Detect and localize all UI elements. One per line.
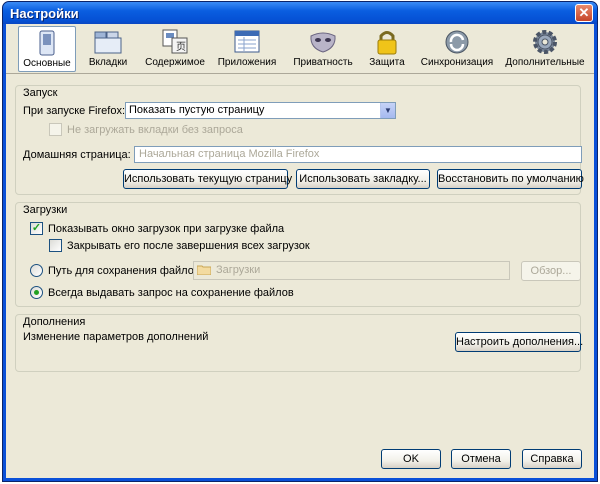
lock-icon	[377, 31, 397, 55]
group-title: Дополнения	[23, 316, 86, 328]
preferences-toolbar: Основные Вкладки 页 Содержимое Приложения…	[6, 24, 594, 74]
tab-advanced[interactable]: Дополнительные	[502, 26, 588, 72]
tab-label: Приложения	[217, 57, 277, 68]
tab-tabs[interactable]: Вкладки	[82, 26, 134, 72]
tab-applications[interactable]: Приложения	[214, 26, 280, 72]
content-icon: 页	[162, 29, 188, 54]
group-title: Запуск	[23, 87, 58, 99]
no-load-tabs-label: Не загружать вкладки без запроса	[67, 124, 243, 136]
general-pane: Запуск При запуске Firefox: Показать пус…	[15, 85, 584, 478]
ok-button[interactable]: OK	[381, 449, 441, 469]
downloads-group: Загрузки ✓ Показывать окно загрузок при …	[15, 202, 581, 307]
help-button[interactable]: Справка	[522, 449, 582, 469]
show-downloads-checkbox[interactable]: ✓	[30, 222, 43, 235]
close-when-done-checkbox[interactable]	[49, 239, 62, 252]
folder-icon	[197, 265, 211, 275]
show-downloads-label: Показывать окно загрузок при загрузке фа…	[48, 223, 285, 235]
homepage-placeholder: Начальная страница Mozilla Firefox	[139, 148, 320, 160]
save-path-label: Путь для сохранения файлов	[48, 265, 200, 277]
addons-group: Дополнения Изменение параметров дополнен…	[15, 314, 583, 372]
manage-addons-button[interactable]: Настроить дополнения...	[455, 332, 583, 352]
mask-icon	[310, 32, 336, 53]
title-bar: Настройки ✕	[3, 2, 597, 24]
window-title: Настройки	[10, 6, 79, 21]
tab-content[interactable]: 页 Содержимое	[142, 26, 208, 72]
use-bookmark-button[interactable]: Использовать закладку...	[296, 169, 430, 189]
tab-label: Содержимое	[145, 57, 205, 68]
settings-window: Настройки ✕ Основные Вкладки 页 Содержимо…	[2, 1, 598, 482]
always-ask-label: Всегда выдавать запрос на сохранение фай…	[48, 287, 294, 299]
tab-label: Основные	[23, 58, 71, 69]
save-path-value: Загрузки	[216, 264, 261, 276]
sync-icon	[445, 30, 469, 54]
svg-text:页: 页	[176, 41, 186, 53]
applications-icon	[234, 30, 260, 53]
tab-sync[interactable]: Синхронизация	[418, 26, 496, 72]
save-path-field[interactable]: Загрузки	[193, 261, 510, 280]
chevron-down-icon: ▼	[380, 103, 395, 118]
tab-general[interactable]: Основные	[18, 26, 76, 72]
radio-selected-dot	[34, 290, 39, 295]
gear-icon	[533, 30, 557, 54]
close-button[interactable]: ✕	[575, 4, 593, 22]
dialog-client-area: Основные Вкладки 页 Содержимое Приложения…	[6, 24, 594, 478]
save-path-radio[interactable]	[30, 264, 43, 277]
homepage-label: Домашняя страница:	[23, 149, 131, 161]
tab-label: Синхронизация	[420, 57, 494, 68]
no-load-tabs-checkbox[interactable]	[49, 123, 62, 136]
restore-default-button[interactable]: Восстановить по умолчанию	[437, 169, 584, 189]
on-start-label: При запуске Firefox:	[23, 105, 126, 117]
tabs-icon	[94, 31, 122, 54]
tab-privacy[interactable]: Приватность	[290, 26, 356, 72]
tab-label: Защита	[369, 57, 405, 68]
startup-group: Запуск При запуске Firefox: Показать пус…	[15, 85, 584, 195]
switch-icon	[39, 30, 55, 56]
tab-label: Дополнительные	[505, 57, 585, 68]
tab-label: Вкладки	[88, 57, 128, 68]
tab-label: Приватность	[293, 57, 353, 68]
cancel-button[interactable]: Отмена	[451, 449, 511, 469]
homepage-input[interactable]: Начальная страница Mozilla Firefox	[134, 146, 582, 163]
tab-security[interactable]: Защита	[364, 26, 410, 72]
use-current-page-button[interactable]: Использовать текущую страницу	[123, 169, 292, 189]
on-start-select[interactable]: Показать пустую страницу ▼	[125, 102, 396, 119]
addons-description: Изменение параметров дополнений	[23, 331, 209, 343]
browse-button[interactable]: Обзор...	[521, 261, 581, 281]
close-when-done-label: Закрывать его после завершения всех загр…	[67, 240, 310, 252]
always-ask-radio[interactable]	[30, 286, 43, 299]
on-start-value: Показать пустую страницу	[129, 104, 265, 116]
group-title: Загрузки	[23, 204, 68, 216]
